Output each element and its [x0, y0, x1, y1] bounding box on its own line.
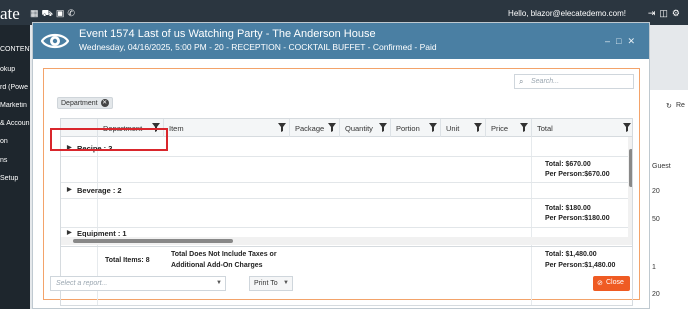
refresh-icon[interactable]: ↻: [666, 102, 672, 110]
group-label: Beverage : 2: [77, 186, 122, 195]
grand-total: Total: $1,480.00: [545, 251, 597, 258]
report-select[interactable]: Select a report... ▼: [50, 276, 226, 291]
window-controls[interactable]: –□✕: [605, 36, 641, 47]
column-label: Item: [169, 124, 184, 133]
highlight-box: [50, 128, 168, 151]
sidebar-item[interactable]: rd (Powe: [0, 84, 30, 91]
grand-per-person: Per Person:$1,480.00: [545, 262, 616, 269]
modal-title: Event 1574 Last of us Watching Party - T…: [79, 28, 376, 40]
filter-icon[interactable]: [328, 123, 336, 132]
refresh-label: Re: [676, 102, 685, 109]
group-summary-row: Total: $670.00 Per Person:$670.00: [61, 157, 629, 183]
footer-note: Additional Add-On Charges: [171, 262, 263, 269]
vertical-scrollbar[interactable]: [628, 137, 632, 245]
user-greeting: Hello, blazor@elecatedemo.com!: [508, 9, 626, 18]
guest-value: 1: [652, 264, 656, 271]
expand-arrow-icon[interactable]: ▶: [67, 229, 72, 236]
remove-group-icon[interactable]: ✕: [100, 99, 109, 107]
column-header-unit[interactable]: Unit: [440, 119, 485, 137]
horizontal-scrollbar[interactable]: [61, 237, 628, 245]
column-header-quantity[interactable]: Quantity: [339, 119, 390, 137]
column-header-price[interactable]: Price: [485, 119, 531, 137]
guest-value: 20: [652, 188, 660, 195]
event-modal: Event 1574 Last of us Watching Party - T…: [32, 22, 650, 309]
column-label: Total: [537, 124, 553, 133]
column-label: Price: [491, 124, 509, 133]
report-placeholder: Select a report...: [56, 280, 108, 287]
sidebar-item[interactable]: & Accoun: [0, 120, 30, 127]
total-items: Total Items: 8: [105, 257, 150, 264]
guest-value: 20: [652, 291, 660, 298]
group-per-person: Per Person:$670.00: [545, 171, 610, 178]
column-header-item[interactable]: Item: [163, 119, 289, 137]
filter-icon[interactable]: [474, 123, 482, 132]
search-input[interactable]: ⌕ Search...: [514, 74, 634, 89]
print-to-label: Print To: [254, 280, 278, 287]
column-label: Unit: [446, 124, 460, 133]
close-icon: ⊘: [597, 280, 603, 287]
close-button[interactable]: ⊘ Close: [593, 276, 630, 291]
grid-footer: Total Items: 8 Total Does Not Include Ta…: [61, 246, 632, 280]
column-header-package[interactable]: Package: [289, 119, 339, 137]
toolbar-icons[interactable]: ▦⛟▣✆: [30, 8, 78, 20]
column-label: Quantity: [345, 124, 373, 133]
app-sidebar: CONTENT okup rd (Powe Marketin & Accoun …: [0, 25, 30, 309]
search-placeholder: Search...: [531, 78, 560, 85]
eye-icon: [41, 33, 69, 49]
filter-icon[interactable]: [520, 123, 528, 132]
sidebar-item[interactable]: Setup: [0, 175, 30, 182]
close-label: Close: [606, 279, 624, 286]
group-total: Total: $180.00: [545, 205, 591, 212]
column-header-total[interactable]: Total: [531, 119, 632, 137]
group-row-beverage[interactable]: ▶ Beverage : 2: [61, 183, 629, 199]
header-action-icons[interactable]: ⇥◫⚙: [648, 8, 684, 19]
column-label: Package: [295, 124, 325, 133]
background-panel: ↻ Re Guest 20 50 1 20: [648, 90, 688, 309]
guest-header: Guest: [652, 163, 671, 170]
chevron-down-icon: ▼: [283, 280, 289, 286]
scroll-thumb[interactable]: [73, 239, 233, 243]
footer-note: Total Does Not Include Taxes or: [171, 251, 277, 258]
sidebar-item[interactable]: okup: [0, 66, 30, 73]
guest-value: 50: [652, 216, 660, 223]
column-label: Portion: [396, 124, 420, 133]
column-header-portion[interactable]: Portion: [390, 119, 440, 137]
group-chip-label: Department: [61, 99, 98, 107]
scroll-thumb[interactable]: [629, 149, 632, 187]
app-logo: ate: [0, 4, 20, 23]
group-by-bar: Department ✕: [57, 97, 113, 109]
filter-icon[interactable]: [379, 123, 387, 132]
group-summary-row: Total: $180.00 Per Person:$180.00: [61, 199, 629, 228]
sidebar-item[interactable]: ns: [0, 157, 30, 164]
filter-icon[interactable]: [429, 123, 437, 132]
filter-icon[interactable]: [278, 123, 286, 132]
group-total: Total: $670.00: [545, 161, 591, 168]
modal-header: Event 1574 Last of us Watching Party - T…: [33, 23, 649, 59]
filter-icon[interactable]: [623, 123, 631, 132]
sidebar-item[interactable]: Marketin: [0, 102, 30, 109]
search-icon: ⌕: [519, 77, 524, 86]
sidebar-item[interactable]: CONTENT: [0, 46, 30, 53]
modal-subtitle: Wednesday, 04/16/2025, 5:00 PM - 20 - RE…: [79, 42, 437, 52]
expand-arrow-icon[interactable]: ▶: [67, 186, 72, 193]
group-per-person: Per Person:$180.00: [545, 215, 610, 222]
print-to-button[interactable]: Print To ▼: [249, 276, 293, 291]
sidebar-item[interactable]: on: [0, 138, 30, 145]
chevron-down-icon: ▼: [216, 280, 222, 286]
group-chip-department[interactable]: Department ✕: [57, 97, 113, 109]
